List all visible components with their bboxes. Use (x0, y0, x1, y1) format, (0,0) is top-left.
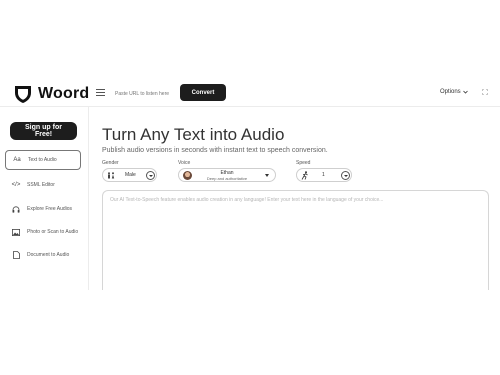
brand-logo[interactable]: Woord (13, 84, 89, 104)
signup-button[interactable]: Sign up for Free! (10, 122, 77, 140)
sidebar-item-ssml-editor[interactable]: </> SSML Editor (5, 175, 81, 195)
options-label: Options (440, 89, 461, 95)
sidebar-item-label: Photo or Scan to Audio (27, 229, 79, 235)
sidebar-item-photo-to-audio[interactable]: Photo or Scan to Audio (5, 222, 81, 242)
fullscreen-icon[interactable] (482, 89, 488, 95)
document-icon (11, 251, 21, 259)
top-bar: Woord Convert Options (0, 80, 500, 107)
chevron-down-icon (341, 171, 350, 180)
gender-label: Gender (102, 160, 119, 166)
text-input-placeholder: Our AI Text-to-Speech feature enables au… (110, 197, 384, 203)
app: Woord Convert Options Sign up for Free! … (0, 80, 500, 290)
url-input[interactable] (113, 85, 181, 103)
voice-select[interactable]: Ethan Deep and authoritative (178, 168, 276, 182)
gender-value: Male (125, 172, 136, 178)
speed-value: 1 (322, 172, 325, 178)
sidebar-item-label: Document to Audio (27, 252, 70, 258)
speed-label: Speed (296, 160, 311, 166)
gender-icon (108, 172, 115, 179)
main-content: Turn Any Text into Audio Publish audio v… (89, 107, 500, 290)
page-subtitle: Publish audio versions in seconds with i… (102, 147, 328, 154)
text-input-area[interactable]: Our AI Text-to-Speech feature enables au… (102, 190, 489, 290)
chevron-down-icon (146, 171, 155, 180)
shield-logo-icon (15, 86, 31, 103)
options-menu[interactable]: Options (440, 89, 468, 95)
sidebar-item-document-to-audio[interactable]: Document to Audio (5, 245, 81, 265)
sidebar-item-label: Explore Free Audios (27, 206, 73, 212)
headphones-icon (11, 205, 21, 213)
text-aa-icon: Aa (13, 157, 21, 163)
voice-description: Deep and authoritative (206, 175, 248, 181)
image-icon (11, 228, 21, 236)
sidebar-item-text-to-audio[interactable]: Aa Text to Audio (5, 150, 81, 170)
sidebar-item-label: SSML Editor (27, 182, 55, 188)
voice-label: Voice (178, 160, 191, 166)
sidebar: Sign up for Free! Aa Text to Audio </> S… (0, 107, 89, 290)
runner-icon (301, 171, 308, 180)
gender-select[interactable]: Male (102, 168, 157, 182)
brand-name: Woord (38, 85, 90, 102)
convert-button[interactable]: Convert (180, 84, 226, 101)
code-icon: </> (11, 182, 21, 188)
sidebar-item-label: Text to Audio (28, 157, 57, 163)
sidebar-item-explore-free-audios[interactable]: Explore Free Audios (5, 199, 81, 219)
page-title: Turn Any Text into Audio (102, 125, 285, 144)
hamburger-menu-icon[interactable] (96, 89, 105, 96)
speed-select[interactable]: 1 (296, 168, 352, 182)
caret-down-icon (265, 174, 269, 177)
chevron-down-icon (462, 90, 468, 94)
